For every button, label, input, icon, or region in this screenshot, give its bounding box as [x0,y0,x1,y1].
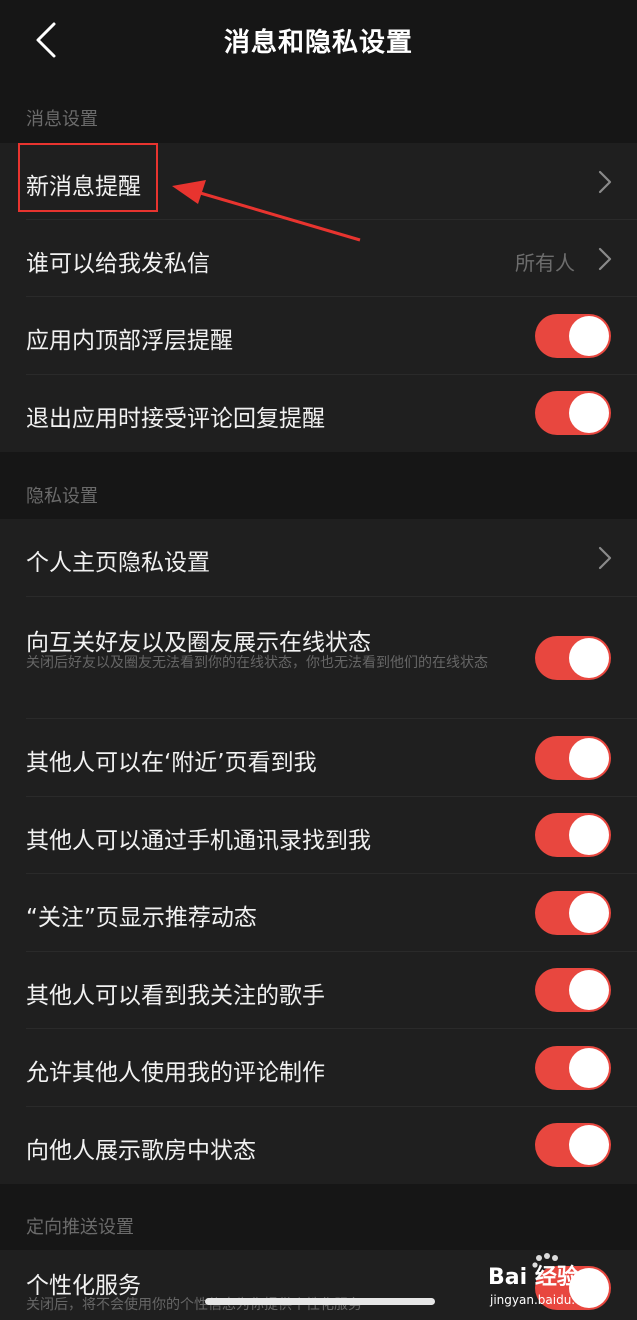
row-nearby-visible: 其他人可以在‘附近’页看到我 [0,719,637,797]
row-karaoke-room-status: 向他人展示歌房中状态 [0,1107,637,1184]
row-label: 向他人展示歌房中状态 [26,1138,256,1164]
chevron-right-icon [598,247,612,271]
row-label: “关注”页显示推荐动态 [26,905,257,931]
section-title-message: 消息设置 [26,109,98,130]
annotation-arrow-icon [172,180,361,242]
annotation-highlight-box [18,143,158,212]
section-title-targeted: 定向推送设置 [26,1217,134,1238]
toggle-knob [569,815,609,855]
row-see-followed-singers: 其他人可以看到我关注的歌手 [0,952,637,1029]
toggle-switch[interactable] [535,391,611,435]
toggle-switch[interactable] [535,813,611,857]
watermark-brand: Bai 经验 [488,1264,579,1290]
chevron-right-icon [598,170,612,194]
row-profile-privacy[interactable]: 个人主页隐私设置 [0,519,637,597]
toggle-knob [569,738,609,778]
toggle-knob [569,1125,609,1165]
row-comment-creation: 允许其他人使用我的评论制作 [0,1029,637,1107]
row-label: 退出应用时接受评论回复提醒 [26,406,325,432]
row-label: 个人主页隐私设置 [26,550,210,576]
row-label: 向互关好友以及圈友展示在线状态 [26,630,371,656]
toggle-knob [569,893,609,933]
row-label: 应用内顶部浮层提醒 [26,328,233,354]
home-indicator[interactable] [205,1298,435,1305]
row-label: 其他人可以在‘附近’页看到我 [26,750,317,776]
toggle-switch[interactable] [535,968,611,1012]
toggle-switch[interactable] [535,891,611,935]
page-title: 消息和隐私设置 [223,28,413,58]
nav-header: 消息和隐私设置 [0,0,637,76]
row-label: 其他人可以看到我关注的歌手 [26,983,325,1009]
toggle-switch[interactable] [535,736,611,780]
toggle-switch[interactable] [535,636,611,680]
row-follow-recommend: “关注”页显示推荐动态 [0,874,637,952]
watermark-site: jingyan.baidu.com [489,1293,601,1307]
row-label: 允许其他人使用我的评论制作 [26,1060,325,1086]
section-title-privacy: 隐私设置 [26,486,98,507]
toggle-switch[interactable] [535,1046,611,1090]
toggle-knob [569,970,609,1010]
row-find-by-contacts: 其他人可以通过手机通讯录找到我 [0,797,637,874]
row-label: 个性化服务 [26,1273,141,1299]
row-exit-app-comment-reply: 退出应用时接受评论回复提醒 [0,375,637,452]
toggle-switch[interactable] [535,314,611,358]
toggle-switch[interactable] [535,1123,611,1167]
baidu-jingyan-watermark: Bai 经验 jingyan.baidu.com [488,1253,601,1307]
row-label: 其他人可以通过手机通讯录找到我 [26,828,371,854]
row-value: 所有人 [515,251,575,275]
row-in-app-top-banner: 应用内顶部浮层提醒 [0,297,637,375]
toggle-knob [569,1048,609,1088]
chevron-right-icon [598,546,612,570]
toggle-knob [569,393,609,433]
row-online-status: 向互关好友以及圈友展示在线状态 关闭后好友以及圈友无法看到你的在线状态，你也无法… [0,597,637,719]
toggle-knob [569,638,609,678]
toggle-knob [569,316,609,356]
row-description: 关闭后好友以及圈友无法看到你的在线状态，你也无法看到他们的在线状态 [26,655,488,671]
